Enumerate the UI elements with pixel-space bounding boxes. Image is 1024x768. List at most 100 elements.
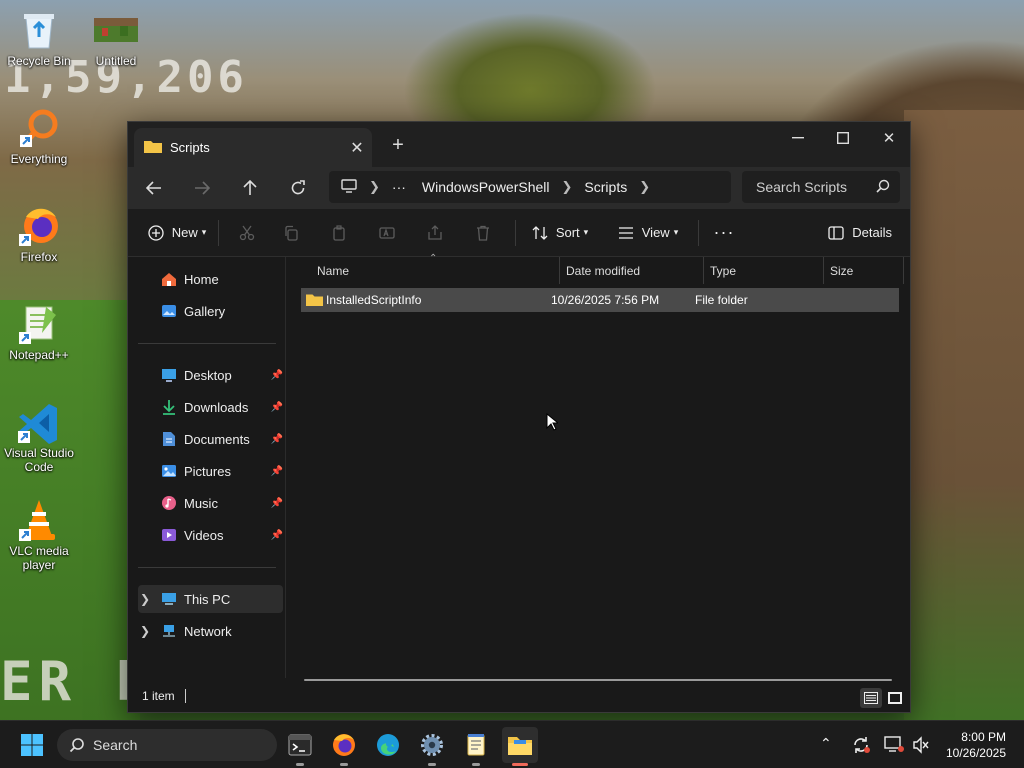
search-input[interactable]: Search Scripts: [742, 171, 900, 203]
desktop-icon-notepadpp[interactable]: Notepad++: [1, 302, 77, 362]
taskbar-search[interactable]: Search: [57, 729, 277, 761]
sidebar-item-music[interactable]: Music 📌: [138, 489, 283, 517]
network-status-icon[interactable]: [884, 736, 904, 759]
sort-button[interactable]: Sort ▾: [524, 216, 596, 250]
desktop-icon-recycle-bin[interactable]: Recycle Bin: [1, 8, 77, 68]
taskbar-edge[interactable]: [370, 727, 406, 763]
navigation-pane: Home Gallery Desktop 📌 Downloads 📌 Docum…: [128, 257, 286, 678]
sync-icon[interactable]: [851, 735, 871, 760]
command-bar: New ▾ Sort ▾ View ▾ ··· Details: [128, 209, 910, 257]
rename-button[interactable]: [363, 216, 411, 250]
refresh-button[interactable]: [282, 173, 314, 203]
details-button[interactable]: Details: [828, 216, 892, 250]
file-list: ⌃ Name Date modified Type Size Installed…: [287, 253, 910, 681]
close-tab-icon[interactable]: ✕: [342, 138, 372, 158]
view-button[interactable]: View ▾: [606, 216, 690, 250]
chevron-right-icon[interactable]: ❯: [140, 592, 150, 606]
taskbar-terminal[interactable]: [282, 727, 318, 766]
column-header-name[interactable]: Name: [303, 257, 560, 284]
taskbar-firefox[interactable]: [326, 727, 362, 766]
details-view-button[interactable]: [860, 688, 882, 708]
close-window-button[interactable]: ✕: [866, 122, 912, 154]
status-bar: 1 item: [128, 678, 910, 713]
maximize-button[interactable]: [820, 122, 866, 154]
file-explorer-window: Scripts ✕ + ✕ ❯ ··· WindowsPowerShell ❯ …: [127, 121, 911, 713]
up-button[interactable]: [234, 173, 266, 203]
sidebar-item-downloads[interactable]: Downloads 📌: [138, 393, 283, 421]
monitor-icon[interactable]: [329, 178, 365, 196]
sidebar-item-documents[interactable]: Documents 📌: [138, 425, 283, 453]
pictures-icon: [160, 462, 178, 480]
new-tab-button[interactable]: +: [386, 134, 410, 157]
vlc-cone-icon: [17, 498, 61, 542]
sidebar-item-pictures[interactable]: Pictures 📌: [138, 457, 283, 485]
title-bar: Scripts ✕ + ✕: [128, 122, 910, 167]
chevron-down-icon: ▾: [201, 227, 207, 237]
column-header-date-modified[interactable]: Date modified: [560, 257, 704, 284]
desktop-icon-everything[interactable]: Everything: [1, 106, 77, 166]
desktop-icon-firefox[interactable]: Firefox: [1, 204, 77, 264]
share-icon: [428, 224, 442, 240]
address-bar[interactable]: ❯ ··· WindowsPowerShell ❯ Scripts ❯: [329, 171, 731, 203]
taskbar-notepad[interactable]: [458, 727, 494, 766]
breadcrumb-scripts[interactable]: Scripts: [576, 179, 635, 195]
more-options-button[interactable]: ···: [707, 216, 741, 250]
copy-icon: [285, 225, 298, 241]
clock-time: 8:00 PM: [961, 730, 1006, 744]
video-icon: [160, 526, 178, 544]
desktop-icon-vlc[interactable]: VLC media player: [1, 498, 77, 572]
copy-button[interactable]: [267, 216, 315, 250]
share-button[interactable]: [411, 216, 459, 250]
sidebar-item-network[interactable]: ❯ Network: [138, 617, 283, 645]
sidebar-item-home[interactable]: Home: [138, 265, 283, 293]
breadcrumb-windowspowershell[interactable]: WindowsPowerShell: [414, 179, 558, 195]
volume-muted-icon[interactable]: [912, 736, 930, 759]
trash-icon: [477, 225, 489, 241]
large-icons-view-button[interactable]: [884, 688, 906, 708]
pin-icon[interactable]: 📌: [271, 530, 283, 541]
pin-icon[interactable]: 📌: [271, 466, 283, 477]
chevron-right-icon[interactable]: ❯: [140, 624, 150, 638]
network-icon: [160, 622, 178, 640]
file-explorer-icon: [508, 737, 532, 755]
pin-icon[interactable]: 📌: [271, 370, 283, 381]
search-icon: [876, 179, 890, 196]
paste-button[interactable]: [315, 216, 363, 250]
forward-button[interactable]: [186, 173, 218, 203]
navigation-bar: ❯ ··· WindowsPowerShell ❯ Scripts ❯ Sear…: [128, 167, 910, 209]
recycle-bin-icon: [17, 8, 61, 52]
show-hidden-icons-chevron-icon[interactable]: ⌃: [820, 735, 832, 752]
table-row[interactable]: InstalledScriptInfo 10/26/2025 7:56 PM F…: [301, 288, 899, 312]
desktop-icon-vscode[interactable]: Visual Studio Code: [1, 400, 77, 474]
more-path-icon[interactable]: ···: [384, 179, 414, 195]
sidebar-item-gallery[interactable]: Gallery: [138, 297, 283, 325]
column-header-size[interactable]: Size: [824, 257, 904, 284]
home-icon: [160, 270, 178, 288]
chevron-down-icon: ▾: [673, 227, 679, 237]
cut-button[interactable]: [227, 216, 267, 250]
taskbar-file-explorer[interactable]: [502, 727, 538, 766]
taskbar-settings[interactable]: [414, 727, 450, 766]
chevron-right-icon[interactable]: ❯: [635, 179, 654, 195]
column-header-type[interactable]: Type: [704, 257, 824, 284]
back-button[interactable]: [138, 173, 170, 203]
mouse-cursor-icon: [546, 412, 560, 436]
rename-icon: [379, 226, 395, 239]
start-button[interactable]: [14, 727, 50, 763]
sidebar-item-this-pc[interactable]: ❯ This PC: [138, 585, 283, 613]
pin-icon[interactable]: 📌: [271, 434, 283, 445]
chevron-right-icon[interactable]: ❯: [558, 179, 577, 195]
sidebar-item-desktop[interactable]: Desktop 📌: [138, 361, 283, 389]
clipboard-icon: [333, 224, 345, 241]
chevron-right-icon[interactable]: ❯: [365, 179, 384, 195]
delete-button[interactable]: [459, 216, 507, 250]
desktop-icon-untitled[interactable]: Untitled: [78, 8, 154, 68]
tab-scripts[interactable]: Scripts ✕: [134, 128, 372, 167]
pin-icon[interactable]: 📌: [271, 402, 283, 413]
pin-icon[interactable]: 📌: [271, 498, 283, 509]
minimize-button[interactable]: [775, 122, 821, 154]
system-clock[interactable]: 8:00 PM 10/26/2025: [940, 729, 1006, 761]
sidebar-item-videos[interactable]: Videos 📌: [138, 521, 283, 549]
folder-icon: [144, 139, 162, 156]
new-button[interactable]: New ▾: [144, 216, 210, 250]
